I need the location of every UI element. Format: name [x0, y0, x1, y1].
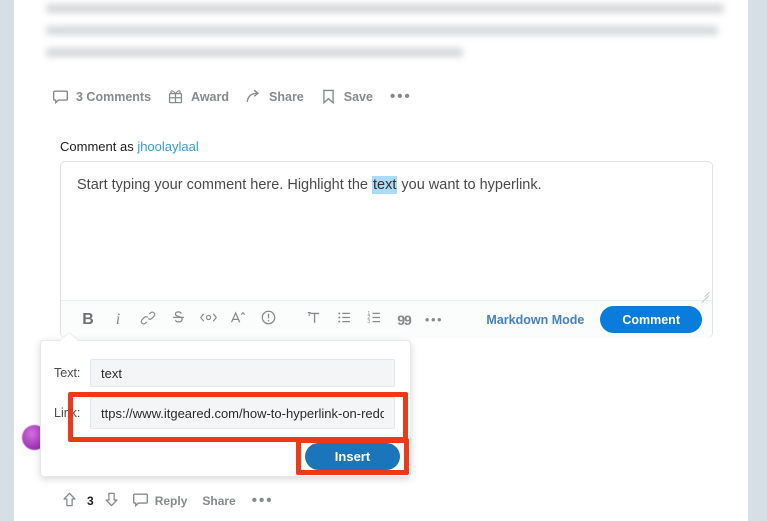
ellipsis-icon: •••: [389, 87, 412, 105]
superscript-icon: [229, 309, 247, 330]
comment-composer[interactable]: Start typing your comment here. Highligh…: [60, 161, 713, 338]
post-more-options-button[interactable]: •••: [383, 89, 419, 105]
comment-as-label: Comment as: [60, 139, 138, 154]
downvote-button[interactable]: [100, 488, 123, 514]
ellipsis-icon: •••: [424, 311, 444, 327]
comment-more-options-button[interactable]: •••: [245, 493, 281, 509]
inline-code-button[interactable]: [193, 306, 223, 334]
dialog-text-input[interactable]: [90, 359, 395, 387]
post-body-blurred: [46, 4, 724, 68]
post-comments-button[interactable]: 3 Comments: [46, 84, 157, 109]
bookmark-icon: [320, 88, 337, 105]
comment-action-bar: 3 Reply Share •••: [58, 487, 281, 515]
code-icon: [199, 310, 218, 329]
post-save-label: Save: [343, 89, 373, 104]
reply-button[interactable]: Reply: [126, 487, 194, 515]
italic-icon: i: [115, 310, 121, 328]
dialog-text-label: Text:: [54, 366, 81, 380]
composer-toolbar: B i 1 2 3 99 ••• Markdown Mode Comment: [61, 300, 712, 338]
post-save-button[interactable]: Save: [314, 84, 379, 109]
heading-button[interactable]: [299, 306, 329, 334]
post-award-label: Award: [191, 89, 230, 104]
downvote-arrow-icon: [103, 491, 120, 511]
superscript-button[interactable]: [223, 306, 253, 334]
link-button[interactable]: [133, 306, 163, 334]
comment-share-button[interactable]: Share: [196, 490, 241, 512]
italic-button[interactable]: i: [103, 306, 133, 334]
heading-text-icon: [305, 309, 323, 330]
bulleted-list-icon: [336, 309, 353, 330]
spoiler-button[interactable]: [253, 306, 283, 334]
link-chain-icon: [140, 310, 156, 330]
submit-comment-button[interactable]: Comment: [600, 306, 702, 333]
strikethrough-icon: [170, 309, 187, 330]
bold-icon: B: [82, 310, 94, 328]
comment-share-label: Share: [202, 494, 236, 508]
page-gutter-right: [748, 0, 767, 521]
vote-count: 3: [87, 494, 94, 508]
upvote-button[interactable]: [58, 488, 81, 514]
numbered-list-button[interactable]: 1 2 3: [359, 306, 389, 334]
comment-bubble-icon: [132, 491, 149, 511]
dialog-caret-icon: [60, 333, 78, 341]
svg-text:3: 3: [367, 319, 370, 325]
textarea-resize-handle[interactable]: [698, 287, 710, 303]
markdown-mode-button[interactable]: Markdown Mode: [478, 309, 592, 331]
exclamation-circle-icon: [260, 309, 277, 330]
comment-text-after: you want to hyperlink.: [397, 177, 542, 193]
blurred-text-line: [46, 48, 463, 57]
quote-icon: 99: [397, 311, 412, 328]
dialog-link-input[interactable]: [90, 397, 395, 429]
post-comments-label: 3 Comments: [76, 89, 152, 104]
dialog-link-label: Link:: [54, 406, 81, 420]
numbered-list-icon: 1 2 3: [366, 309, 383, 330]
post-award-button[interactable]: Award: [161, 84, 235, 109]
comment-as-username[interactable]: jhoolaylaal: [137, 139, 198, 154]
page-gutter-left: [0, 0, 14, 521]
comment-bubble-icon: [52, 88, 69, 105]
dialog-text-row: Text:: [54, 359, 395, 387]
toolbar-more-button[interactable]: •••: [419, 306, 449, 334]
share-arrow-icon: [245, 88, 262, 105]
comment-textarea[interactable]: Start typing your comment here. Highligh…: [61, 162, 712, 303]
bold-button[interactable]: B: [73, 306, 103, 334]
blurred-text-line: [46, 4, 724, 13]
upvote-arrow-icon: [61, 491, 78, 511]
comment-as-row: Comment as jhoolaylaal: [60, 139, 199, 154]
comment-text-before: Start typing your comment here. Highligh…: [77, 177, 372, 193]
post-share-button[interactable]: Share: [239, 84, 310, 109]
award-gift-icon: [167, 88, 184, 105]
ellipsis-icon: •••: [251, 492, 274, 509]
insert-link-button[interactable]: Insert: [305, 443, 400, 470]
post-action-bar: 3 Comments Award Share Save •••: [46, 84, 419, 109]
dialog-link-row: Link:: [54, 397, 395, 429]
blurred-text-line: [46, 26, 718, 35]
reply-label: Reply: [154, 494, 188, 508]
comment-selected-text[interactable]: text: [371, 176, 398, 194]
strikethrough-button[interactable]: [163, 306, 193, 334]
bulleted-list-button[interactable]: [329, 306, 359, 334]
post-share-label: Share: [269, 89, 304, 104]
quote-button[interactable]: 99: [389, 306, 419, 334]
